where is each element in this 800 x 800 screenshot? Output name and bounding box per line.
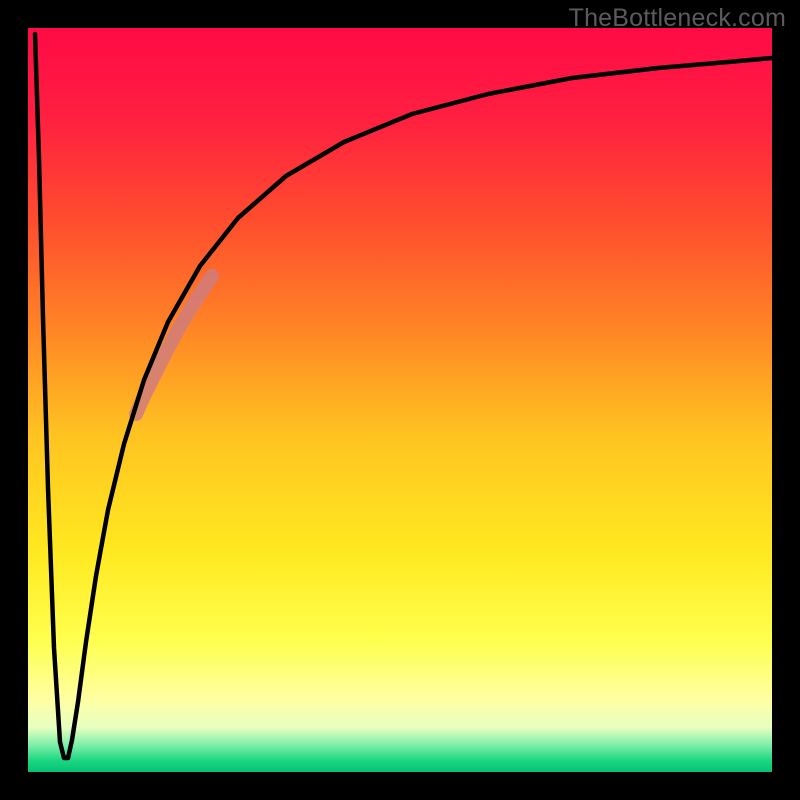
chart-plot-area [28, 28, 772, 772]
watermark-text: TheBottleneck.com [569, 4, 786, 33]
chart-svg [28, 28, 772, 772]
